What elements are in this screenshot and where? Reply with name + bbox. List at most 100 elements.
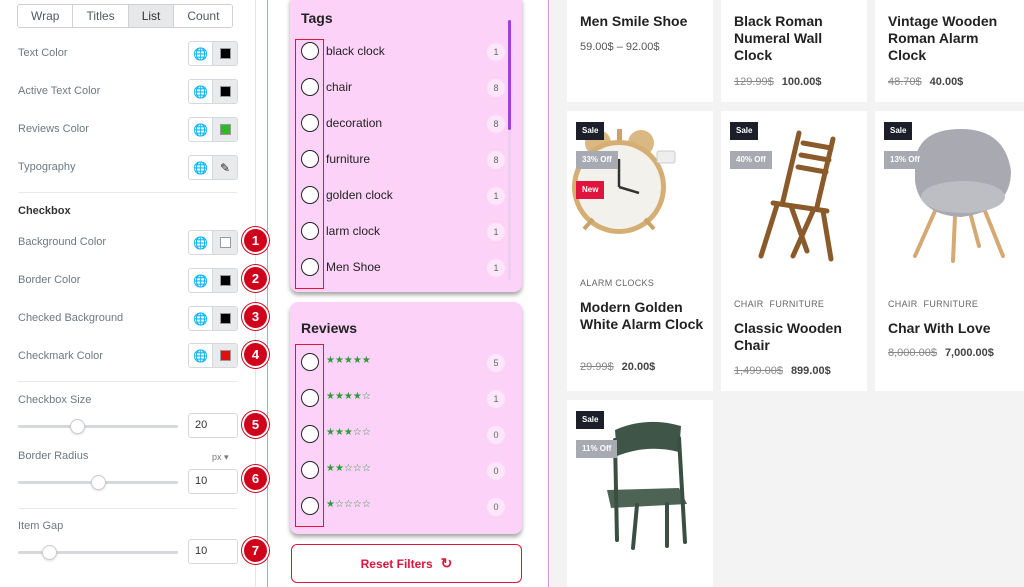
category-link[interactable]: ALARM CLOCKS [580,278,654,288]
slider-handle[interactable] [42,545,57,560]
reviews-color-control[interactable]: 🌐 [188,117,238,142]
review-filter-item[interactable]: ★★★★★ 5 [300,353,505,373]
category-link[interactable]: FURNITURE [770,299,825,309]
review-count: 0 [487,462,505,480]
checkbox-border-color-control[interactable]: 🌐 [188,268,238,293]
review-filter-item[interactable]: ★☆☆☆☆ 0 [300,497,505,517]
tag-checkbox[interactable] [301,222,319,240]
product-title[interactable]: Men Smile Shoe [580,13,687,30]
border-radius-input[interactable]: 10 [188,469,238,494]
product-card[interactable]: Sale 11% Off [567,400,713,587]
tags-widget-title: Tags [301,10,333,26]
review-checkbox[interactable] [301,389,319,407]
tag-count: 1 [487,43,505,61]
category-link[interactable]: CHAIR [734,299,764,309]
checkmark-color-control[interactable]: 🌐 [188,343,238,368]
tag-filter-item[interactable]: larm clock 1 [300,222,505,242]
review-filter-item[interactable]: ★★☆☆☆ 0 [300,461,505,481]
review-checkbox[interactable] [301,425,319,443]
pencil-icon[interactable]: ✎ [220,161,230,175]
product-title[interactable]: Classic Wooden Chair [734,320,859,354]
tag-checkbox[interactable] [301,150,319,168]
typography-control[interactable]: 🌐 ✎ [188,155,238,180]
text-color-control[interactable]: 🌐 [188,41,238,66]
product-title[interactable]: Black Roman Numeral Wall Clock [734,13,859,64]
checkmark-color-swatch[interactable] [219,350,231,361]
star-rating-icon: ★★★★☆ [326,391,371,402]
review-filter-item[interactable]: ★★★★☆ 1 [300,389,505,409]
tag-filter-item[interactable]: golden clock 1 [300,186,505,206]
tag-checkbox[interactable] [301,78,319,96]
checkbox-background-swatch[interactable] [219,237,231,248]
new-badge: New [576,181,605,199]
scrollbar-thumb[interactable] [508,20,511,130]
price-range: 59.00$ – 92.00$ [580,41,660,53]
category-link[interactable]: CHAIR [888,299,918,309]
tag-checkbox[interactable] [301,258,319,276]
global-icon[interactable]: 🌐 [189,42,213,65]
tag-filter-item[interactable]: black clock 1 [300,42,505,62]
product-card[interactable]: Sale 13% Off CHAIR FURNITURE Char With Lo… [875,111,1024,391]
sale-price: 20.00$ [621,361,656,373]
product-card[interactable]: Men Smile Shoe 59.00$ – 92.00$ [567,0,713,102]
active-text-color-swatch[interactable] [219,86,231,97]
checkbox-background-color-control[interactable]: 🌐 [188,230,238,255]
sale-price: 40.00$ [929,76,964,88]
category-link[interactable]: FURNITURE [924,299,979,309]
tag-filter-item[interactable]: Men Shoe 1 [300,258,505,278]
product-card[interactable]: Sale 40% Off CHAIR FURNITURE Classic Wood… [721,111,867,391]
tab-list[interactable]: List [128,5,175,27]
product-card[interactable]: Vintage Wooden Roman Alarm Clock 48.70$ 4… [875,0,1024,102]
product-card[interactable]: Sale 33% Off New ALARM CLOCKS Modern Gol… [567,111,713,391]
checked-background-swatch[interactable] [219,313,231,324]
review-checkbox[interactable] [301,497,319,515]
checkbox-border-swatch[interactable] [219,275,231,286]
product-card[interactable]: Black Roman Numeral Wall Clock 129.99$ 10… [721,0,867,102]
callout-marker-6: 6 [242,465,269,492]
tag-checkbox[interactable] [301,42,319,60]
product-title[interactable]: Modern Golden White Alarm Clock [580,299,705,333]
reviews-filter-widget: Reviews ★★★★★ 5 ★★★★☆ 1 ★★★☆☆ 0 ★★☆☆☆ 0 … [290,302,522,534]
item-gap-slider[interactable] [18,545,178,560]
global-icon[interactable]: 🌐 [189,344,213,367]
checkbox-size-slider[interactable] [18,419,178,434]
unit-selector[interactable]: px ▾ [212,452,229,463]
global-icon[interactable]: 🌐 [189,156,213,179]
callout-marker-4: 4 [242,341,269,368]
product-title[interactable]: Vintage Wooden Roman Alarm Clock [888,13,1018,64]
global-icon[interactable]: 🌐 [189,231,213,254]
item-gap-input[interactable]: 10 [188,539,238,564]
checked-background-control[interactable]: 🌐 [188,306,238,331]
text-color-swatch[interactable] [219,48,231,59]
global-icon[interactable]: 🌐 [189,307,213,330]
old-price: 129.99$ [734,76,774,88]
global-icon[interactable]: 🌐 [189,269,213,292]
review-checkbox[interactable] [301,461,319,479]
review-filter-item[interactable]: ★★★☆☆ 0 [300,425,505,445]
section-divider [18,381,237,382]
old-price: 48.70$ [888,76,922,88]
product-price: 1,499.00$ 899.00$ [734,365,831,377]
reset-filters-label: Reset Filters [360,556,433,571]
reviews-color-swatch[interactable] [219,124,231,135]
tag-filter-item[interactable]: decoration 8 [300,114,505,134]
global-icon[interactable]: 🌐 [189,80,213,103]
tab-count[interactable]: Count [174,5,233,27]
tag-checkbox[interactable] [301,114,319,132]
tag-checkbox[interactable] [301,186,319,204]
product-title[interactable]: Char With Love [888,320,1018,337]
border-radius-slider[interactable] [18,475,178,490]
sale-badge: Sale [884,122,913,140]
slider-handle[interactable] [70,419,85,434]
checkbox-size-input[interactable]: 20 [188,413,238,438]
tab-titles[interactable]: Titles [73,5,129,27]
active-text-color-control[interactable]: 🌐 [188,79,238,104]
slider-handle[interactable] [91,475,106,490]
tag-filter-item[interactable]: furniture 8 [300,150,505,170]
global-icon[interactable]: 🌐 [189,118,213,141]
reset-filters-button[interactable]: Reset Filters ↻ [291,544,522,583]
tab-wrap[interactable]: Wrap [18,5,74,27]
tag-filter-item[interactable]: chair 8 [300,78,505,98]
tag-label: decoration [326,116,383,130]
review-checkbox[interactable] [301,353,319,371]
